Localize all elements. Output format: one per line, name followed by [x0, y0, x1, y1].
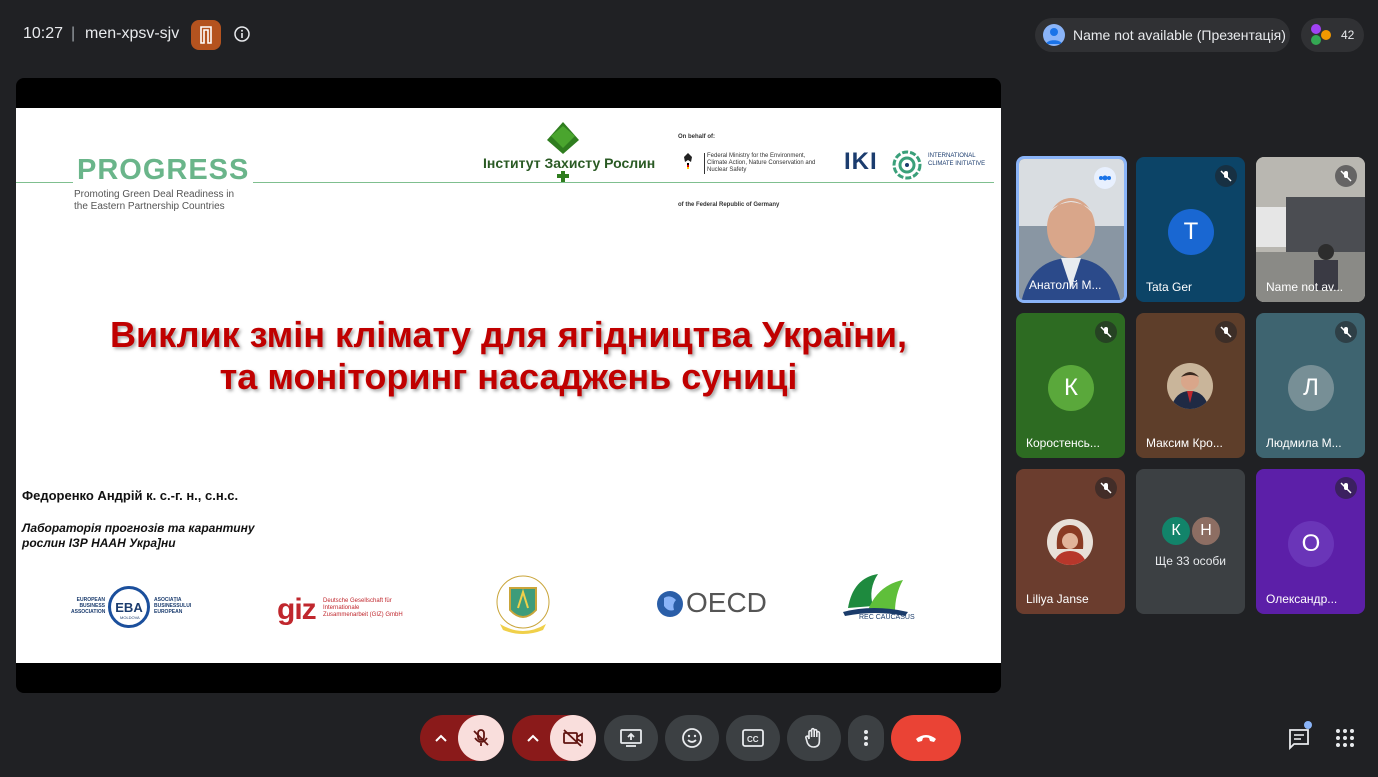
mic-off-icon — [1215, 321, 1237, 343]
reactions-button[interactable] — [665, 715, 719, 761]
present-screen-icon — [620, 729, 642, 747]
participant-avatar: Н — [1190, 515, 1222, 547]
participant-avatar: Л — [1288, 365, 1334, 411]
participant-name: Людмила М... — [1266, 436, 1342, 450]
separator: | — [71, 25, 76, 42]
participant-name: Максим Кро... — [1146, 436, 1223, 450]
presentation-slide: PROGRESS Promoting Green Deal Readiness … — [16, 108, 1001, 663]
eba-moldova-text: MOLDOVA — [120, 615, 140, 620]
participant-tile[interactable]: К Коростенсь... — [1016, 313, 1125, 458]
participant-avatar — [1167, 363, 1213, 409]
slide-title-line-2: та моніторинг насаджень суниці — [219, 356, 798, 397]
oecd-logo-text: OECD — [686, 587, 767, 618]
camera-off-icon — [563, 729, 583, 747]
participant-tile[interactable]: Liliya Janse — [1016, 469, 1125, 614]
ukraine-academy-crest-icon — [496, 575, 550, 634]
eba-logo-text: EBA — [115, 599, 143, 615]
mic-off-icon — [1095, 477, 1117, 499]
participant-name: Олександр... — [1266, 592, 1338, 606]
raise-hand-button[interactable] — [787, 715, 841, 761]
speaking-indicator-icon — [1094, 167, 1116, 189]
participant-avatar — [1047, 519, 1093, 565]
participant-avatar: К — [1048, 365, 1094, 411]
slide-author: Федоренко Андрій к. с.-г. н., с.н.с. — [22, 488, 239, 503]
participant-name: Liliya Janse — [1026, 592, 1089, 606]
participant-avatar: О — [1288, 521, 1334, 567]
captions-button[interactable]: CC — [726, 715, 780, 761]
participant-name: Анатолій М... — [1029, 278, 1102, 292]
mic-off-icon — [1335, 165, 1357, 187]
leave-call-button[interactable] — [891, 715, 961, 761]
chat-notification-dot — [1304, 721, 1312, 729]
presenter-label: Name not available (Презентація) — [1073, 27, 1286, 43]
oecd-globe-icon — [657, 591, 683, 617]
participant-name: Name not av... — [1266, 280, 1344, 294]
participants-count: 42 — [1341, 28, 1355, 42]
eba-logo: EBA — [108, 586, 150, 628]
institute-name: Інститут Захисту Рослин — [483, 155, 656, 171]
raise-hand-icon — [805, 727, 821, 748]
activities-grid-icon[interactable] — [1335, 728, 1355, 748]
giz-logo-text: giz — [277, 593, 317, 626]
progress-logo-subtitle: Promoting Green Deal Readiness in the Ea… — [74, 189, 244, 213]
more-options-button[interactable] — [848, 715, 884, 761]
closed-captions-icon: CC — [742, 729, 764, 747]
more-vert-icon — [864, 730, 868, 746]
presenter-avatar-icon — [1043, 24, 1065, 46]
institute-logo — [547, 122, 579, 182]
info-icon[interactable] — [234, 26, 250, 42]
chat-icon[interactable] — [1287, 727, 1311, 751]
participants-button[interactable]: 42 — [1301, 18, 1364, 52]
mic-off-icon — [1335, 321, 1357, 343]
participant-tile[interactable]: Л Людмила М... — [1256, 313, 1365, 458]
top-bar: 10:27 | men-xpsv-sjv Name not available … — [0, 0, 1378, 70]
participant-tile[interactable]: О Олександр... — [1256, 469, 1365, 614]
presentation-stage: PROGRESS Promoting Green Deal Readiness … — [16, 78, 1001, 693]
host-controls-icon[interactable] — [191, 20, 221, 50]
presenter-indicator[interactable]: Name not available (Презентація) — [1035, 18, 1290, 52]
on-behalf-label: On behalf of: — [678, 134, 715, 140]
eba-right-text: ASOCIAȚIA BUSINESSULUI EUROPEAN — [154, 597, 192, 615]
participants-avatars-icon — [1311, 24, 1331, 45]
ministry-name: Federal Ministry for the Environment, Cl… — [704, 153, 824, 174]
progress-logo-title: PROGRESS — [73, 154, 254, 187]
giz-subtitle: Deutsche Gesellschaft für Internationale… — [323, 598, 403, 618]
mic-toggle-button[interactable] — [458, 715, 504, 761]
slide-title-line-1: Виклик змін клімату для ягідництва Украї… — [110, 314, 907, 355]
mic-off-icon — [473, 729, 489, 746]
audio-settings-button[interactable] — [421, 715, 461, 761]
call-end-icon — [916, 735, 936, 742]
more-participants-label: Ще 33 особи — [1155, 554, 1226, 568]
participant-tile[interactable]: T Tata Ger — [1136, 157, 1245, 302]
participant-name: Tata Ger — [1146, 280, 1193, 294]
iki-logo-icon — [892, 150, 922, 180]
participant-tile[interactable]: Name not av... — [1256, 157, 1365, 302]
slide-lab-line-2: рослин ІЗР НААН Укра]ни — [22, 536, 176, 550]
chevron-up-icon — [527, 734, 539, 742]
clock: 10:27 — [23, 25, 64, 42]
present-screen-button[interactable] — [604, 715, 658, 761]
slide-lab-line-1: Лабораторія прогнозів та карантину — [22, 521, 255, 535]
eba-left-text: EUROPEAN BUSINESS ASSOCIATION — [71, 597, 106, 615]
emoji-icon — [682, 728, 702, 748]
participant-avatar: К — [1160, 515, 1192, 547]
video-settings-button[interactable] — [513, 715, 553, 761]
federal-republic-label: of the Federal Republic of Germany — [678, 202, 780, 208]
participant-tile[interactable]: Максим Кро... — [1136, 313, 1245, 458]
meeting-code: men-xpsv-sjv — [85, 25, 180, 42]
rec-caucasus-label: REC CAUCASUS — [859, 614, 915, 621]
iki-subtitle: INTERNATIONAL CLIMATE INITIATIVE — [928, 152, 998, 168]
participant-tile[interactable]: Анатолій М... — [1016, 156, 1127, 303]
chevron-up-icon — [435, 734, 447, 742]
camera-toggle-button[interactable] — [550, 715, 596, 761]
mic-off-icon — [1215, 165, 1237, 187]
participant-name: Коростенсь... — [1026, 436, 1100, 450]
mic-off-icon — [1095, 321, 1117, 343]
iki-logo-text: IKI — [844, 148, 878, 176]
more-participants-tile[interactable]: К Н Ще 33 особи — [1136, 469, 1245, 614]
mic-off-icon — [1335, 477, 1357, 499]
svg-text:CC: CC — [747, 735, 759, 744]
participant-avatar: T — [1168, 209, 1214, 255]
german-eagle-icon — [684, 153, 692, 169]
